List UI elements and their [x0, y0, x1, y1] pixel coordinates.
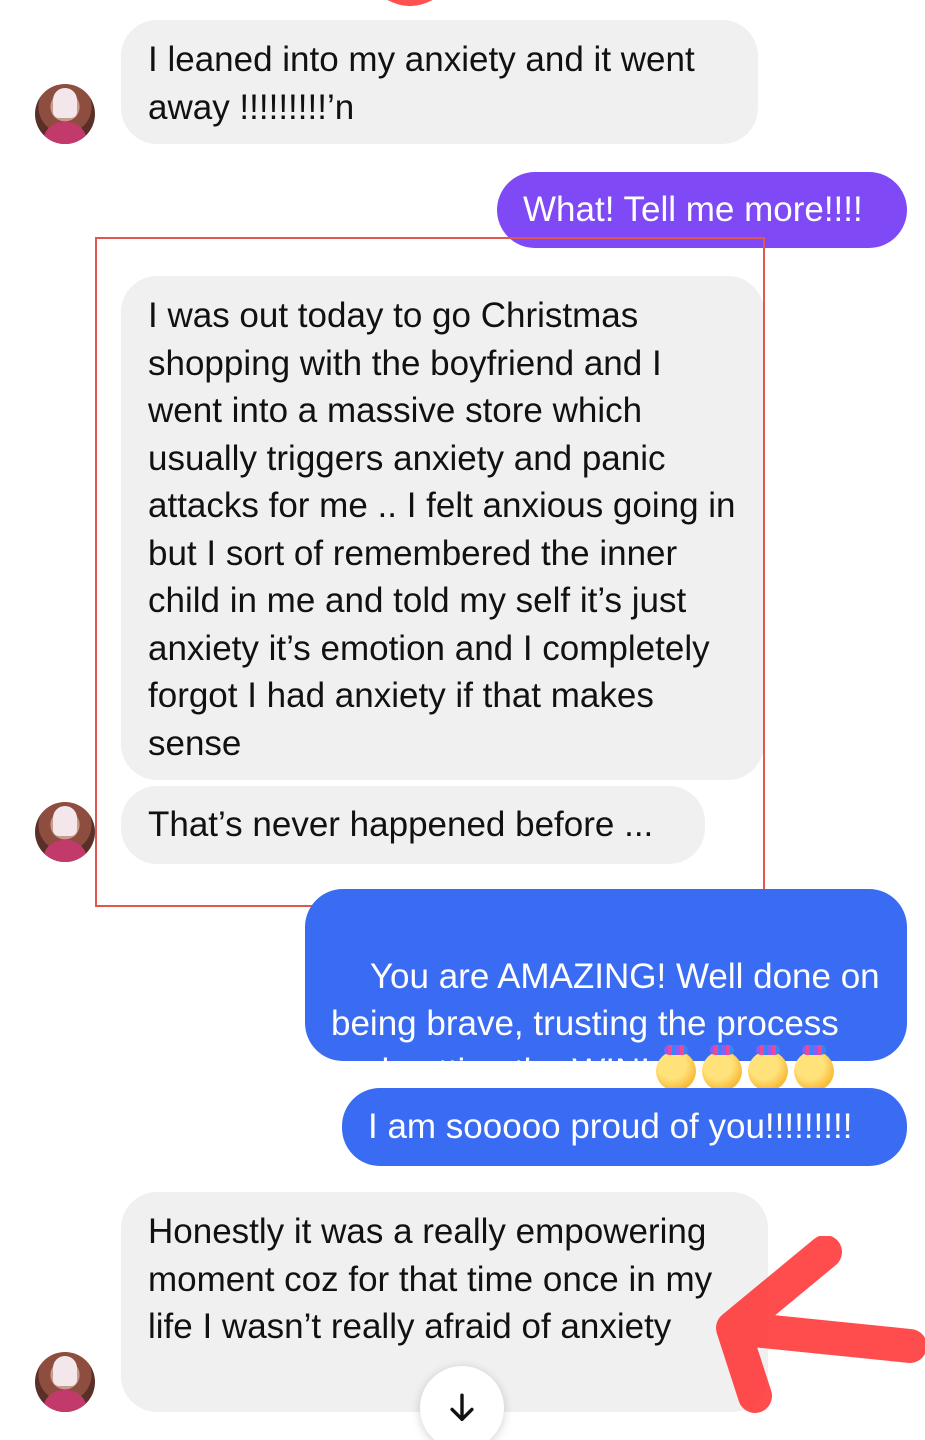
- arrow-down-icon: [450, 1393, 474, 1422]
- contact-avatar[interactable]: [35, 1352, 95, 1412]
- chat-thread[interactable]: I leaned into my anxiety and it went awa…: [0, 0, 925, 1440]
- partying-face-emoji-icon: [748, 1044, 789, 1091]
- partying-face-emoji-icon: [794, 1044, 835, 1091]
- outgoing-message[interactable]: What! Tell me more!!!!: [497, 172, 907, 248]
- partying-face-emoji-icon: [656, 1044, 697, 1091]
- partying-face-emoji-icon: [702, 1044, 743, 1091]
- incoming-message[interactable]: I was out today to go Christmas shopping…: [121, 276, 764, 780]
- contact-avatar[interactable]: [35, 84, 95, 144]
- outgoing-message[interactable]: You are AMAZING! Well done on being brav…: [305, 889, 907, 1091]
- outgoing-message[interactable]: I am sooooo proud of you!!!!!!!!!: [342, 1088, 907, 1166]
- contact-avatar[interactable]: [35, 802, 95, 862]
- red-annotation-top: [387, 0, 433, 6]
- incoming-message[interactable]: I leaned into my anxiety and it went awa…: [121, 20, 758, 144]
- incoming-message[interactable]: That’s never happened before ...: [121, 786, 705, 864]
- scroll-to-bottom-button[interactable]: [420, 1366, 504, 1440]
